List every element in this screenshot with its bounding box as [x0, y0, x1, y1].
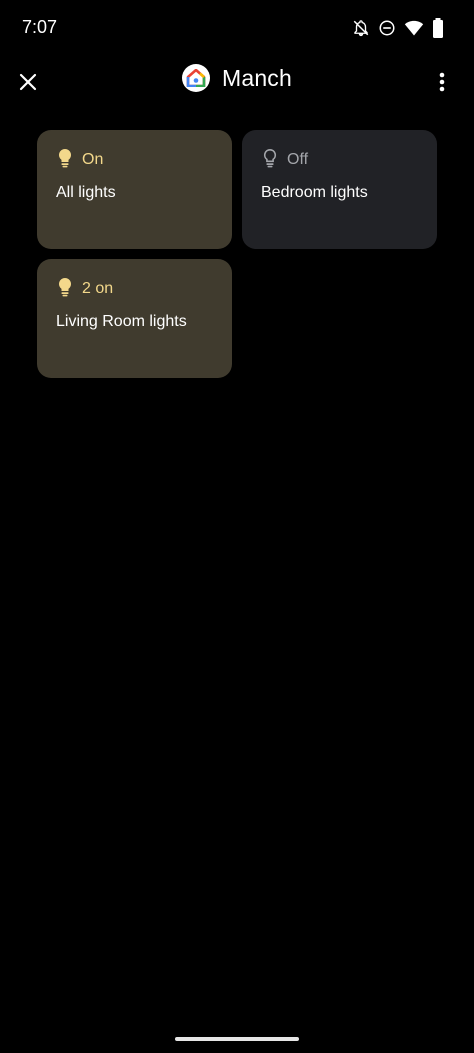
lightbulb-icon [56, 277, 74, 302]
do-not-disturb-icon [378, 19, 396, 37]
more-vert-icon [439, 72, 445, 97]
status-time: 7:07 [22, 17, 58, 37]
status-icons [352, 18, 444, 38]
tile-name: Living Room lights [56, 313, 187, 330]
tile-all-lights[interactable]: On All lights [37, 130, 232, 249]
app-bar: Manch [0, 56, 474, 112]
tile-name: Bedroom lights [261, 184, 368, 201]
more-options-button[interactable] [424, 62, 460, 106]
wifi-icon [404, 19, 424, 37]
gesture-nav-handle[interactable] [175, 1037, 299, 1041]
status-bar: 7:07 [0, 0, 474, 56]
tile-status-row: Off [261, 148, 418, 173]
tile-status-row: On [56, 148, 213, 173]
tile-status-text: On [82, 151, 104, 168]
title-group: Manch [0, 64, 474, 92]
tile-status-text: Off [287, 151, 309, 168]
tile-status-text: 2 on [82, 280, 114, 297]
notifications-off-icon [352, 19, 370, 37]
google-home-icon [181, 64, 210, 92]
tile-name: All lights [56, 184, 116, 201]
battery-icon [432, 18, 444, 38]
screen: 7:07 Manch On All lights Off Bedroom lig… [0, 0, 474, 1053]
tile-status-row: 2 on [56, 277, 213, 302]
lightbulb-outline-icon [261, 148, 279, 173]
lightbulb-icon [56, 148, 74, 173]
page-title: Manch [221, 64, 293, 91]
tile-living-room-lights[interactable]: 2 on Living Room lights [37, 259, 232, 378]
tile-bedroom-lights[interactable]: Off Bedroom lights [242, 130, 437, 249]
